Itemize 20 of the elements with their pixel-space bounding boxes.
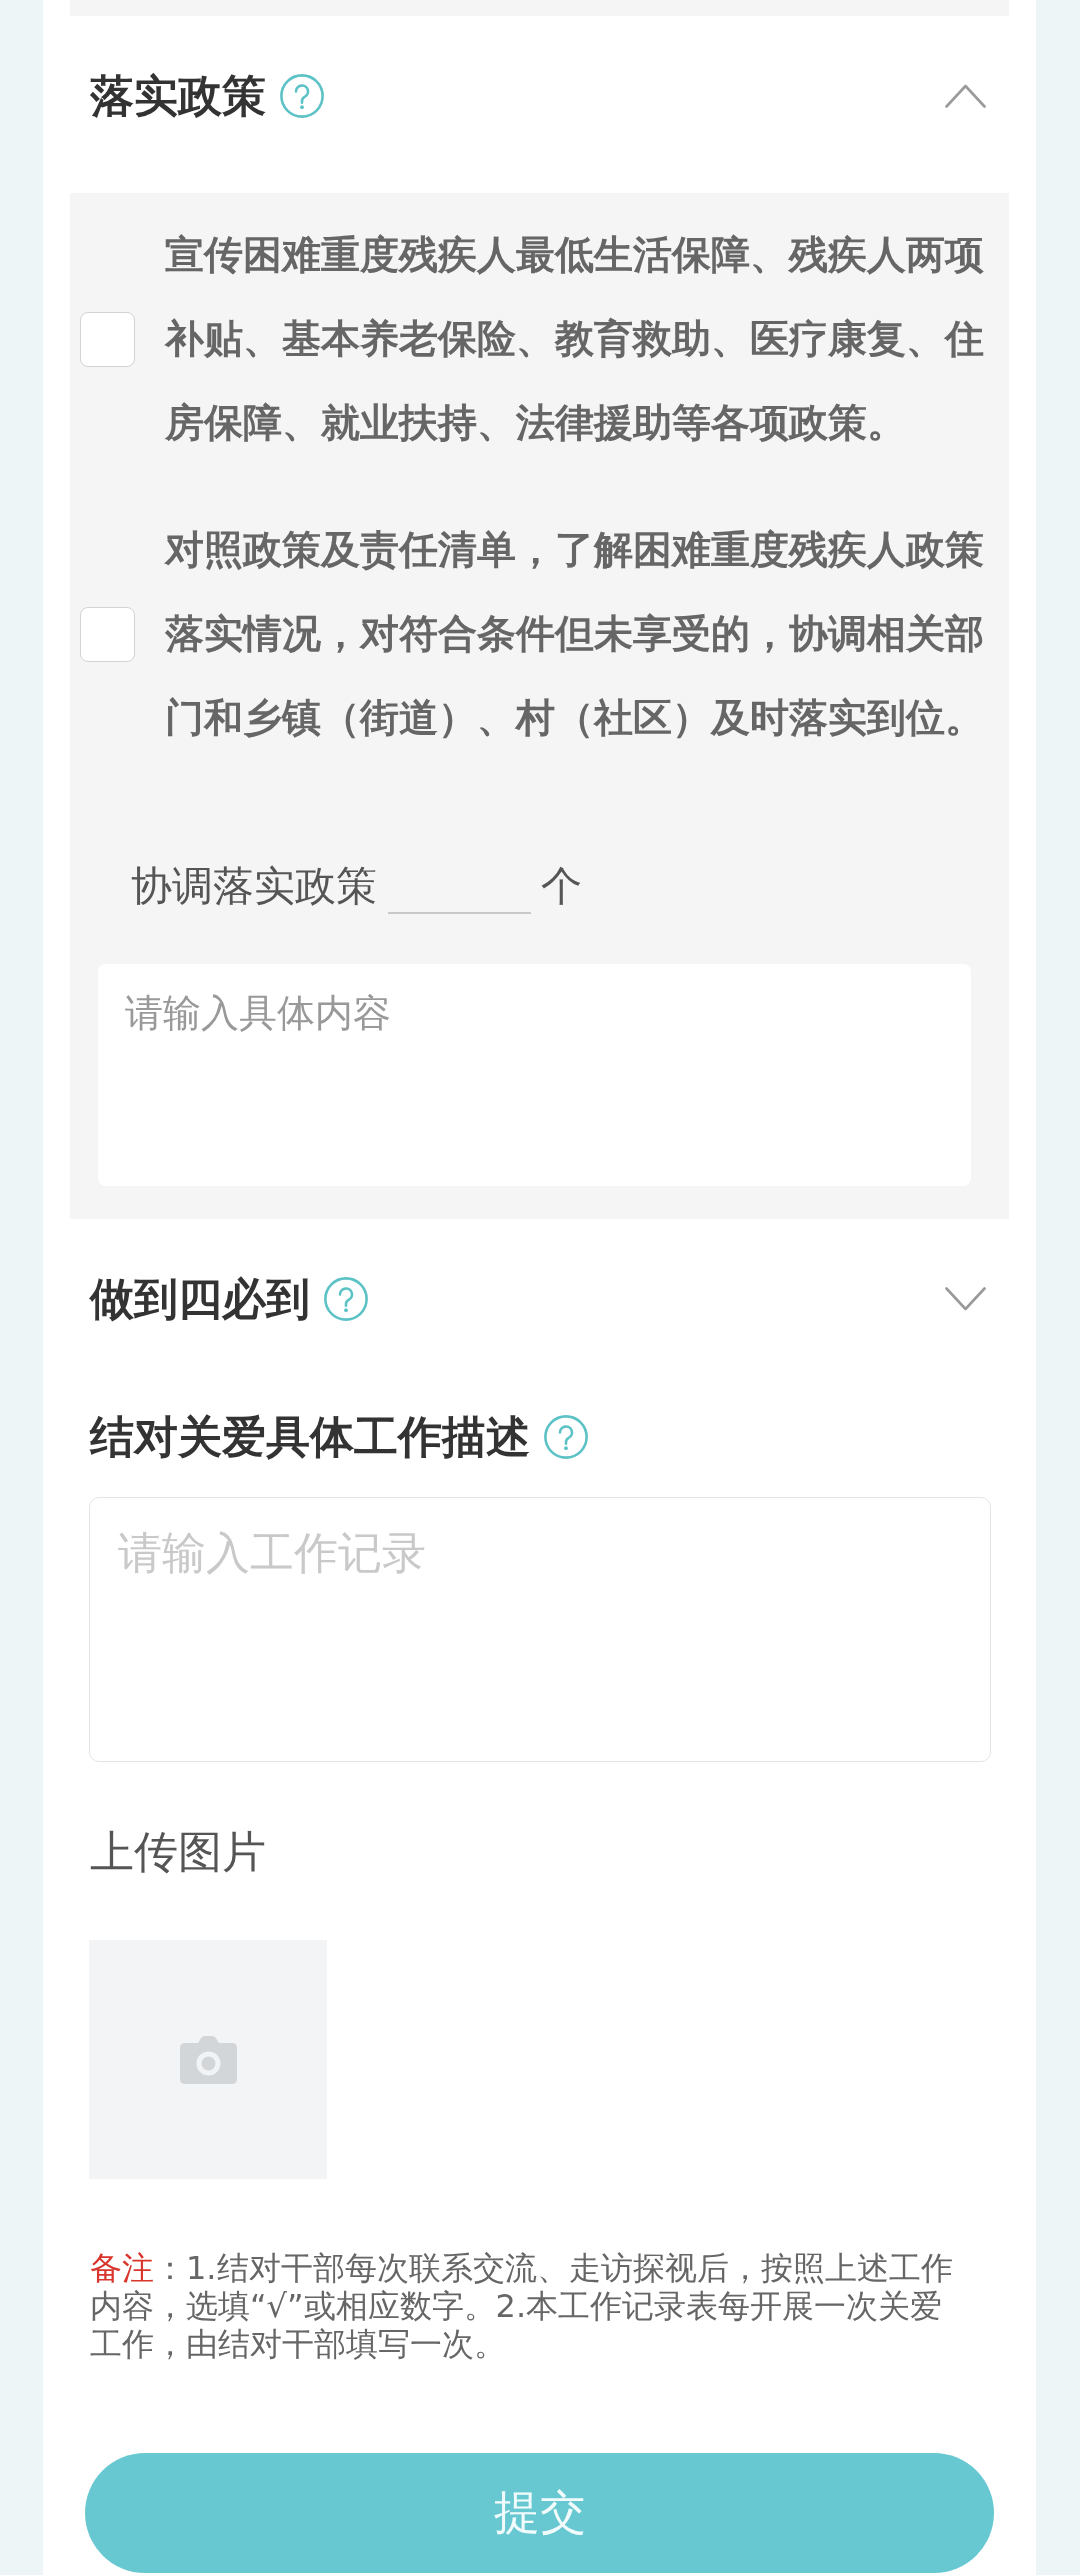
chevron-down-icon[interactable] — [945, 1287, 986, 1311]
upload-label: 上传图片 — [90, 1825, 266, 1879]
help-icon[interactable] — [280, 74, 324, 118]
unit-label: 个 — [541, 860, 582, 912]
note-text: 备注：1.结对干部每次联系交流、走访探视后，按照上述工作内容，选填“√”或相应数字。2.本工作记录表每开展一次关爱工作，由结对干部填写一次。 — [90, 2249, 954, 2363]
option-text: 宣传困难重度残疾人最低生活保障、残疾人两项补贴、基本养老保险、教育救助、医疗康复、住房保障、就业扶持、法律援助等各项政策。 — [165, 231, 985, 447]
checkbox[interactable] — [80, 606, 135, 662]
section-title: 结对关爱具体工作描述 — [90, 1410, 530, 1464]
field-label: 协调落实政策 — [131, 860, 377, 912]
option-text: 对照政策及责任清单，了解困难重度残疾人政策落实情况，对符合条件但未享受的，协调相关部门和乡镇（街道）、村（社区）及时落实到位。 — [165, 526, 985, 742]
help-icon[interactable] — [324, 1277, 368, 1321]
checkbox[interactable] — [80, 311, 135, 367]
submit-button[interactable]: 提交 — [85, 2453, 994, 2573]
image-upload-button[interactable] — [89, 1940, 327, 2179]
chevron-up-icon[interactable] — [945, 84, 986, 108]
section-title: 落实政策 — [90, 69, 266, 123]
detail-input[interactable]: 请输入具体内容 — [98, 964, 971, 1186]
section-title: 做到四必到 — [90, 1272, 310, 1326]
camera-icon — [179, 2035, 237, 2084]
help-icon[interactable] — [544, 1415, 588, 1459]
